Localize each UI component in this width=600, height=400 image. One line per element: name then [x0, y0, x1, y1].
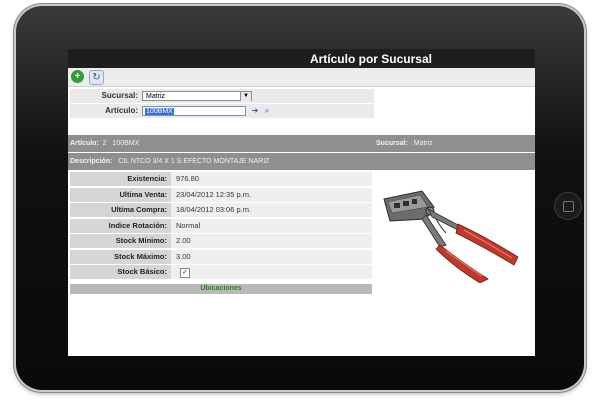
details-table: Existencia: 976.80 Ultima Venta: 23/04/2… — [70, 172, 372, 281]
info-articulo-number: 2 — [102, 140, 107, 147]
detail-row: Ultima Compra: 18/04/2012 03:06 p.m. — [70, 203, 372, 217]
add-button[interactable]: + — [71, 70, 84, 83]
sucursal-label: Sucursal: — [101, 91, 138, 100]
info-sucursal-value: Matriz — [413, 140, 433, 147]
stock-basico-checkbox[interactable]: ✓ — [180, 268, 190, 278]
home-button-icon — [562, 200, 574, 212]
screen: Artículo por Sucursal + ↻ Sucursal: Matr… — [68, 49, 535, 356]
articulo-row: Artículo: 100BMX ➜ ⌕ — [70, 104, 374, 118]
go-arrow-icon[interactable]: ➜ — [250, 106, 260, 116]
detail-value: 3.00 — [176, 251, 191, 261]
detail-value: 23/04/2012 12:35 p.m. — [176, 189, 252, 199]
detail-label: Stock Máximo: — [70, 249, 171, 264]
detail-label: Existencia: — [70, 172, 171, 186]
sucursal-select-value: Matriz — [146, 93, 166, 100]
info-articulo-code: 100BMX — [112, 140, 140, 147]
detail-value: 2.00 — [176, 236, 191, 245]
detail-row: Existencia: 976.80 — [70, 172, 372, 186]
detail-row: Stock Básico: ✓ — [70, 265, 372, 279]
sucursal-row: Sucursal: Matriz ▼ — [70, 89, 374, 103]
detail-label: Ultima Venta: — [70, 187, 171, 202]
detail-row: Indice Rotación: Normal — [70, 218, 372, 233]
home-button[interactable] — [554, 192, 582, 220]
toolbar: + ↻ — [68, 68, 535, 87]
descripcion-label: Descripción: — [70, 158, 113, 165]
refresh-icon: ↻ — [92, 72, 101, 83]
detail-value: 18/04/2012 03:06 p.m. — [176, 205, 252, 214]
refresh-button[interactable]: ↻ — [89, 70, 104, 85]
binoculars-icon[interactable]: ⌕ — [262, 106, 272, 116]
articulo-input-value: 100BMX — [145, 108, 174, 115]
articulo-label: Artículo: — [105, 106, 138, 115]
detail-row: Stock Máximo: 3.00 — [70, 249, 372, 264]
detail-label: Ultima Compra: — [70, 203, 171, 217]
product-image — [383, 190, 519, 283]
descripcion-band: Descripción: CIL NTCO 3/4 X 1 S.EFECTO M… — [68, 153, 535, 170]
detail-label: Stock Mínimo: — [70, 234, 171, 248]
detail-value: 976.80 — [176, 174, 199, 183]
articulo-info-band: Artículo: 2 100BMX Sucursal: Matriz — [68, 135, 535, 152]
detail-label: Stock Básico: — [70, 265, 171, 279]
info-articulo-label: Artículo: — [70, 140, 99, 147]
ubicaciones-link[interactable]: Ubicaciones — [70, 284, 372, 294]
sucursal-select[interactable]: Matriz ▼ — [142, 91, 252, 101]
info-sucursal-label: Sucursal: — [376, 140, 408, 147]
detail-row: Ultima Venta: 23/04/2012 12:35 p.m. — [70, 187, 372, 202]
descripcion-value: CIL NTCO 3/4 X 1 S.EFECTO MONTAJE NARIZ — [118, 158, 270, 165]
crimping-tool-icon — [383, 190, 519, 283]
plus-circle-icon: + — [74, 70, 81, 82]
window-title: Artículo por Sucursal — [309, 51, 432, 66]
articulo-input[interactable]: 100BMX — [142, 106, 246, 116]
detail-label: Indice Rotación: — [70, 218, 171, 233]
detail-row: Stock Mínimo: 2.00 — [70, 234, 372, 248]
window-title-bar: Artículo por Sucursal — [68, 49, 535, 68]
chevron-down-icon[interactable]: ▼ — [240, 92, 251, 101]
detail-value: Normal — [176, 220, 201, 230]
